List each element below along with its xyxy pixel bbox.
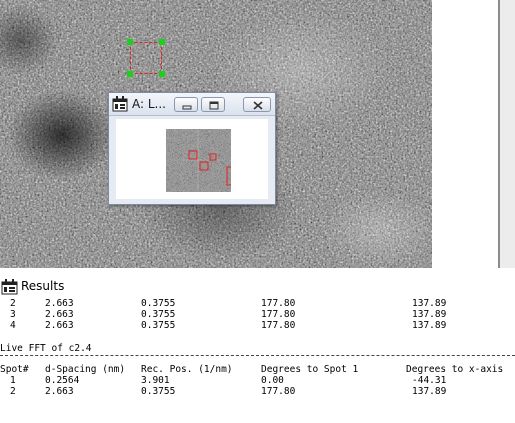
result-row: 2 2.663 0.3755 177.80 137.89 [10, 386, 447, 397]
live-fft-window[interactable]: A: L... [108, 92, 276, 205]
minimize-button[interactable] [174, 97, 198, 112]
roi-handle-top-left[interactable] [127, 39, 133, 45]
fft-image[interactable] [166, 129, 231, 192]
roi-selection-box[interactable] [130, 42, 162, 74]
fft-view-area[interactable] [116, 119, 268, 199]
section-title: Live FFT of c2.4 [0, 343, 92, 354]
result-row: 3 2.663 0.3755 177.80 137.89 [10, 309, 447, 320]
window-title: A: L... [132, 97, 166, 111]
result-row: 2 2.663 0.3755 177.80 137.89 [10, 298, 447, 309]
column-header: Degrees to x-axis [406, 364, 504, 375]
canvas-margin [432, 0, 498, 268]
results-title: Results [21, 279, 65, 293]
roi-handle-bottom-right[interactable] [159, 71, 165, 77]
window-titlebar[interactable]: A: L... [109, 93, 275, 116]
roi-handle-top-right[interactable] [159, 39, 165, 45]
results-window-icon [1, 279, 18, 295]
column-header-row: Spot# d-Spacing (nm) Rec. Pos. (1/nm) De… [0, 364, 515, 375]
app-window-icon [112, 96, 128, 112]
column-header: Degrees to Spot 1 [261, 364, 359, 375]
close-button[interactable] [243, 97, 271, 112]
maximize-icon [209, 101, 219, 110]
image-workspace[interactable]: A: L... [0, 0, 515, 268]
result-row: 4 2.663 0.3755 177.80 137.89 [10, 320, 447, 331]
column-header: Spot# [0, 364, 29, 375]
maximize-button[interactable] [201, 97, 225, 112]
side-panel-strip [500, 0, 515, 268]
column-header: d-Spacing (nm) [45, 364, 126, 375]
close-icon [253, 101, 263, 110]
dashed-separator [0, 355, 515, 356]
results-titlebar[interactable]: Results [0, 275, 515, 299]
results-text-area[interactable]: 2 2.663 0.3755 177.80 137.89 3 2.663 0.3… [0, 298, 515, 423]
column-header: Rec. Pos. (1/nm) [141, 364, 233, 375]
result-row: 1 0.2564 3.901 0.00 -44.31 [10, 375, 447, 386]
minimize-icon [182, 105, 192, 110]
roi-handle-bottom-left[interactable] [127, 71, 133, 77]
